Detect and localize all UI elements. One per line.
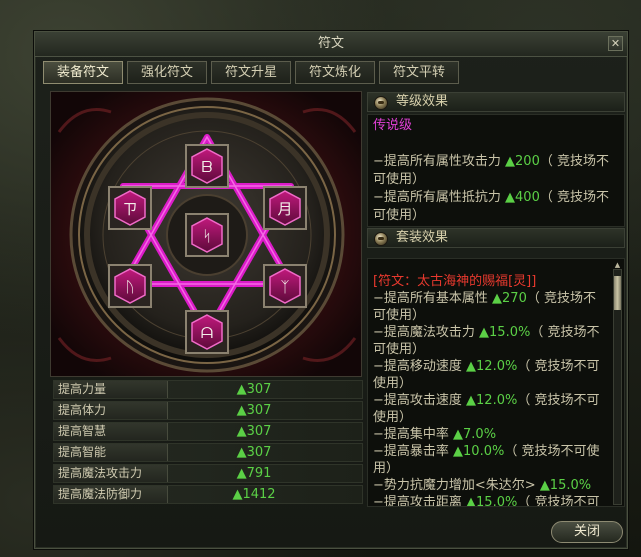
tab-rune-transfer[interactable]: 符文平转 (379, 61, 459, 84)
set-effect-title: 套装效果 (396, 230, 449, 245)
grade-name: 传说级 (373, 118, 413, 133)
rune-slot-center[interactable]: ᛋ (185, 213, 229, 257)
rune-gem-icon: ᚢ (108, 264, 152, 308)
rune-glyph: ㄗ (122, 200, 137, 218)
grade-line: −提高所有属性攻击力 ▲200（ 竞技场不可使用） (373, 154, 609, 187)
set-line: −提高集中率 ▲7.0% (373, 427, 497, 442)
rune-slot-lower-left[interactable]: ᚢ (108, 264, 152, 308)
scroll-down-arrow-icon[interactable]: ▼ (614, 505, 621, 506)
close-icon[interactable]: ✕ (608, 36, 623, 51)
rune-glyph: ᛋ (202, 227, 211, 245)
set-effect-header: 套装效果 (367, 228, 625, 248)
stat-value: ▲791 (236, 466, 272, 481)
stat-label: 提高魔法攻击力 (54, 465, 168, 482)
rune-slot-upper-left[interactable]: ㄗ (108, 186, 152, 230)
stat-row: 提高智能 ▲307 (53, 443, 363, 462)
stat-value: ▲307 (236, 445, 272, 460)
close-button[interactable]: 关闭 (551, 521, 623, 543)
rune-glyph: 月 (277, 200, 292, 218)
rune-glyph: ᗷ (202, 158, 213, 176)
rune-slot-upper-right[interactable]: 月 (263, 186, 307, 230)
rune-gem-icon: ᛉ (263, 264, 307, 308)
stat-label: 提高力量 (54, 381, 168, 398)
set-line: −提高所有基本属性 ▲270（ 竞技场不可使用） (373, 291, 596, 323)
scroll-up-arrow-icon[interactable]: ▲ (614, 261, 621, 269)
stat-value: ▲307 (236, 382, 272, 397)
rune-circle-panel: ᗷ ㄗ 月 ᛋ ᚢ ᛉ ᗩ (50, 91, 362, 377)
rune-gem-icon: ᗷ (185, 144, 229, 188)
rune-slot-lower-right[interactable]: ᛉ (263, 264, 307, 308)
set-name: [符文：太古海神的赐福[灵]] (373, 274, 537, 289)
set-line: −势力抗魔力增加<朱达尔> ▲15.0% (373, 478, 592, 493)
grade-effect-box: 传说级 −提高所有属性攻击力 ▲200（ 竞技场不可使用） −提高所有属性抵抗力… (367, 114, 625, 227)
eye-orb-icon (374, 96, 388, 110)
rune-window: 符文 ✕ 装备符文 强化符文 符文升星 符文炼化 符文平转 ᗷ ㄗ 月 ᛋ ᚢ … (34, 31, 628, 549)
set-line: −提高攻击距离 ▲15.0%（ 竞技场不可使用） (373, 495, 600, 507)
rune-gem-icon: ᗩ (185, 310, 229, 354)
stat-label: 提高智能 (54, 444, 168, 461)
set-line: −提高移动速度 ▲12.0%（ 竞技场不可使用） (373, 359, 600, 391)
stat-list: 提高力量 ▲307 提高体力 ▲307 提高智慧 ▲307 提高智能 ▲307 … (53, 380, 363, 506)
tab-rune-star-up[interactable]: 符文升星 (211, 61, 291, 84)
stat-label: 提高智慧 (54, 423, 168, 440)
rune-glyph: ᚢ (125, 278, 134, 296)
set-line: −提高暴击率 ▲10.0%（ 竞技场不可使用） (373, 444, 600, 476)
tab-equip-rune[interactable]: 装备符文 (43, 61, 123, 84)
scroll-thumb[interactable] (614, 276, 621, 310)
set-effect-box[interactable]: [符文：太古海神的赐福[灵]] −提高所有基本属性 ▲270（ 竞技场不可使用）… (367, 258, 625, 507)
stat-row: 提高体力 ▲307 (53, 401, 363, 420)
stat-label: 提高魔法防御力 (54, 486, 168, 503)
rune-gem-icon: 月 (263, 186, 307, 230)
stat-row: 提高魔法防御力 ▲1412 (53, 485, 363, 504)
set-line: −提高魔法攻击力 ▲15.0%（ 竞技场不可使用） (373, 325, 600, 357)
grade-effect-title: 等级效果 (396, 94, 449, 109)
rune-slot-top[interactable]: ᗷ (185, 144, 229, 188)
stat-row: 提高智慧 ▲307 (53, 422, 363, 441)
stat-row: 提高力量 ▲307 (53, 380, 363, 399)
rune-slot-bottom[interactable]: ᗩ (185, 310, 229, 354)
stat-value: ▲307 (236, 403, 272, 418)
rune-glyph: ᗩ (201, 324, 213, 342)
window-titlebar[interactable]: 符文 ✕ (35, 32, 627, 57)
stat-value: ▲1412 (232, 487, 276, 502)
stat-row: 提高魔法攻击力 ▲791 (53, 464, 363, 483)
tab-rune-refine[interactable]: 符文炼化 (295, 61, 375, 84)
window-title: 符文 (317, 36, 344, 51)
tab-enhance-rune[interactable]: 强化符文 (127, 61, 207, 84)
rune-glyph: ᛉ (280, 278, 289, 296)
rune-gem-icon: ㄗ (108, 186, 152, 230)
stat-label: 提高体力 (54, 402, 168, 419)
stat-value: ▲307 (236, 424, 272, 439)
rune-gem-icon: ᛋ (185, 213, 229, 257)
set-line: −提高攻击速度 ▲12.0%（ 竞技场不可使用） (373, 393, 600, 425)
grade-line: −提高所有属性抵抗力 ▲400（ 竞技场不可使用） (373, 190, 609, 223)
eye-orb-icon (374, 232, 388, 246)
grade-effect-header: 等级效果 (367, 92, 625, 112)
set-effect-scrollbar[interactable]: ▲ ▼ (613, 261, 622, 506)
